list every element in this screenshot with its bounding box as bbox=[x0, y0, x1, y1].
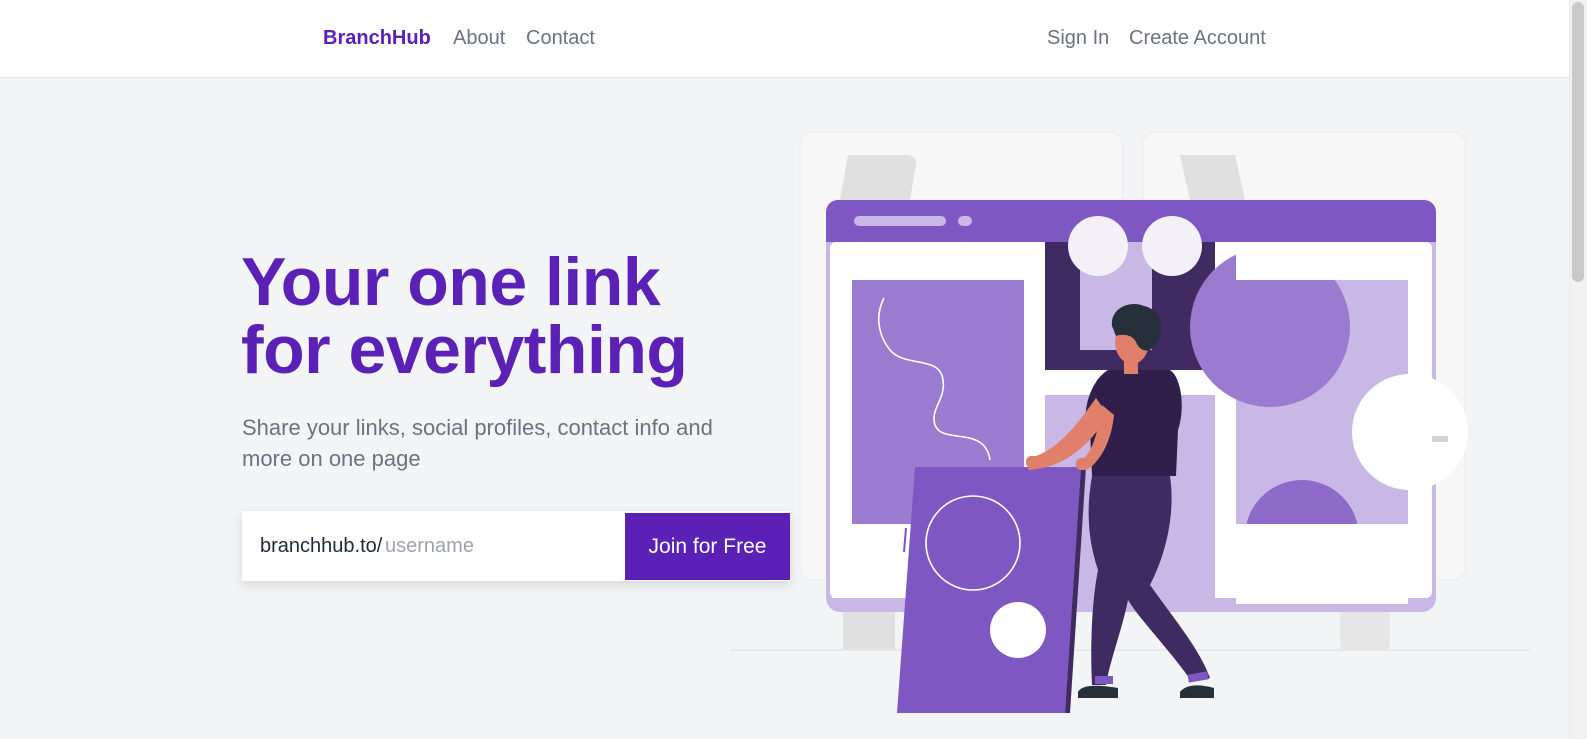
hero-title-line-2: for everything bbox=[241, 312, 688, 388]
person-arranging-profile-page-illustration bbox=[730, 131, 1530, 713]
background-shape bbox=[843, 608, 895, 650]
browser-titlebar bbox=[826, 226, 1436, 242]
address-bar bbox=[854, 216, 946, 226]
decorative-circle bbox=[1352, 374, 1468, 490]
decorative-circle bbox=[990, 602, 1046, 658]
nav-link-create-account[interactable]: Create Account bbox=[1129, 27, 1266, 50]
top-navbar: BranchHub About Contact Sign In Create A… bbox=[0, 0, 1569, 78]
background-shape bbox=[1180, 155, 1245, 200]
background-shape bbox=[840, 155, 917, 200]
nav-link-about[interactable]: About bbox=[453, 27, 505, 50]
nav-link-sign-in[interactable]: Sign In bbox=[1047, 27, 1109, 50]
person-shoe bbox=[1180, 685, 1214, 698]
browser-dot bbox=[958, 216, 972, 226]
signup-form: branchhub.to/ Join for Free bbox=[242, 511, 790, 581]
hero-illustration bbox=[730, 130, 1540, 730]
decorative-circle bbox=[1068, 216, 1128, 276]
url-prefix: branchhub.to/ bbox=[260, 535, 383, 557]
decorative-circle bbox=[1142, 216, 1202, 276]
hero-title-line-1: Your one link bbox=[241, 244, 661, 320]
card-mask bbox=[1236, 242, 1408, 280]
page: BranchHub About Contact Sign In Create A… bbox=[0, 0, 1587, 739]
hero-title: Your one link for everything bbox=[241, 248, 761, 384]
page-scrollbar[interactable] bbox=[1569, 0, 1587, 739]
card-mask bbox=[1236, 524, 1408, 604]
background-shape bbox=[1340, 608, 1390, 650]
hero-subtitle: Share your links, social profiles, conta… bbox=[242, 415, 713, 471]
carried-panel bbox=[897, 467, 1081, 713]
person-hand bbox=[1026, 456, 1040, 468]
brand-logo-link[interactable]: BranchHub bbox=[323, 27, 431, 50]
scrollbar-thumb[interactable] bbox=[1572, 2, 1584, 282]
person-sock bbox=[1095, 676, 1113, 684]
username-input[interactable] bbox=[385, 531, 615, 561]
person-shoe bbox=[1078, 685, 1118, 698]
nav-link-contact[interactable]: Contact bbox=[526, 27, 595, 50]
person-hand bbox=[1076, 458, 1090, 470]
decorative-tick bbox=[1432, 436, 1448, 442]
